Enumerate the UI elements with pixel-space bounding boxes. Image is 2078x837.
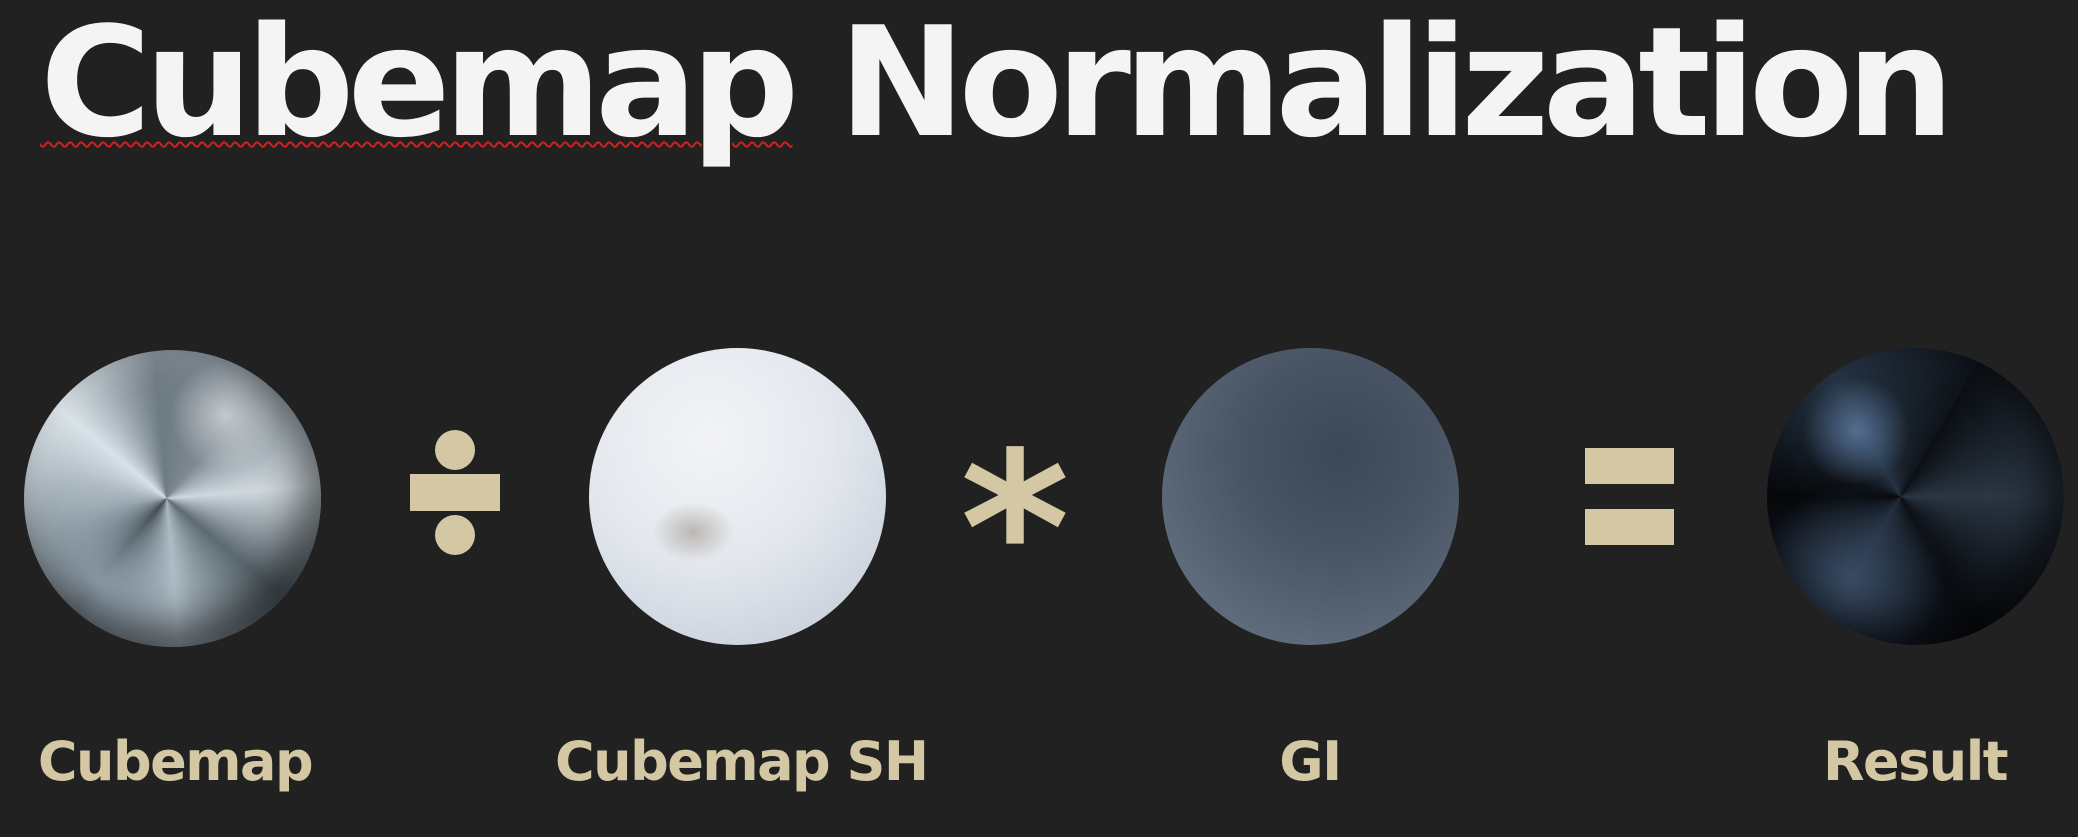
cubemap-sh-sphere-image	[589, 348, 886, 645]
divide-dot-top	[435, 430, 475, 470]
multiply-operator: *	[960, 430, 1070, 560]
divide-dot-bottom	[435, 515, 475, 555]
divide-bar	[410, 474, 500, 511]
slide-title: Cubemap Normalization	[40, 0, 1955, 174]
equals-operator	[1585, 448, 1674, 545]
cubemap-sh-label: Cubemap SH	[555, 730, 929, 793]
gi-label: GI	[1279, 730, 1342, 793]
result-label: Result	[1822, 730, 2009, 793]
gi-sphere-image	[1162, 348, 1459, 645]
equals-bar-bottom	[1585, 509, 1674, 545]
cubemap-label: Cubemap	[37, 730, 314, 793]
equals-bar-top	[1585, 448, 1674, 484]
cubemap-sphere-image	[24, 350, 321, 647]
divide-operator	[410, 430, 500, 555]
title-word-cubemap: Cubemap	[40, 0, 799, 171]
result-sphere-image	[1767, 348, 2064, 645]
title-word-normalization: Normalization	[838, 0, 1954, 171]
